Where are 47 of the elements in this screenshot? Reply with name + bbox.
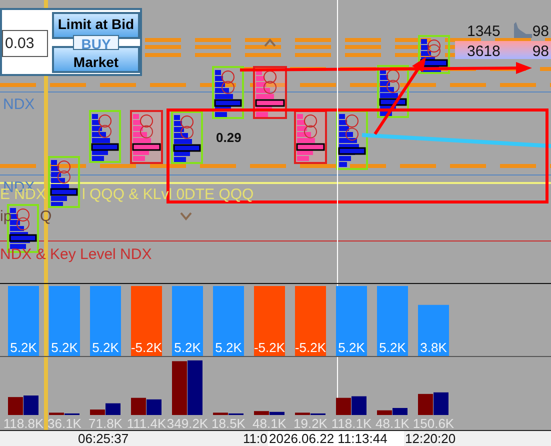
depth-size: 3618 [467, 42, 500, 62]
crosshair-time: 2026.06.22 11:13:44 [268, 431, 404, 446]
bar-value: 5.2K [10, 340, 37, 355]
chevron-up-icon [264, 38, 276, 47]
bar-value: 19.2K [294, 416, 328, 430]
bar-value: 48.1K [376, 416, 410, 430]
bar-value: 150.6K [412, 416, 454, 430]
volume-bar [434, 392, 448, 415]
volume-bar [24, 396, 38, 415]
time-tick: 11:0 [243, 431, 268, 446]
bar-value: 5.2K [51, 340, 78, 355]
bar-value: -5.2K [254, 340, 286, 355]
depth-count: 98 [532, 22, 549, 42]
bar-value: 5.2K [215, 340, 242, 355]
bar-value: -5.2K [294, 340, 326, 355]
bar-value: 5.2K [338, 340, 365, 355]
bar-value: 18.5K [212, 416, 246, 430]
volume-bar [8, 397, 23, 415]
depth-count: 98 [532, 42, 549, 62]
bar-value: 5.2K [92, 340, 119, 355]
bar-value: 3.8K [420, 340, 447, 355]
bar-value: 5.2K [174, 340, 201, 355]
price-tag: 0.29 [216, 128, 242, 148]
volume-bar [188, 360, 202, 415]
bar-value: 118.1K [331, 416, 372, 430]
volume-bar [172, 361, 187, 415]
level-label: NDX [3, 97, 35, 113]
histogram-icon [514, 20, 532, 38]
bar-value: 36.1K [48, 416, 82, 430]
volume-bar [352, 396, 366, 415]
volume-bar [146, 399, 162, 415]
volume-bar [336, 398, 351, 415]
volume-bar [131, 398, 146, 415]
bar-value: -5.2K [130, 340, 162, 355]
price-input[interactable]: 0.03 [2, 30, 48, 57]
bar-value: 111.4K [126, 416, 166, 430]
chevron-down-icon [180, 212, 192, 221]
time-tick: 06:25:37 [78, 431, 129, 446]
bar-value: 349.2K [166, 416, 208, 430]
bar-value: 118.8K [3, 416, 44, 430]
depth-size: 1345 [467, 22, 500, 42]
time-tick: 12:20:20 [405, 431, 456, 446]
bar-value: 48.1K [252, 416, 286, 430]
order-button[interactable]: Limit at Bid [52, 12, 140, 39]
volume-bar [418, 394, 433, 415]
bar-value: 5.2K [379, 340, 406, 355]
bar-value: 71.8K [88, 416, 122, 430]
